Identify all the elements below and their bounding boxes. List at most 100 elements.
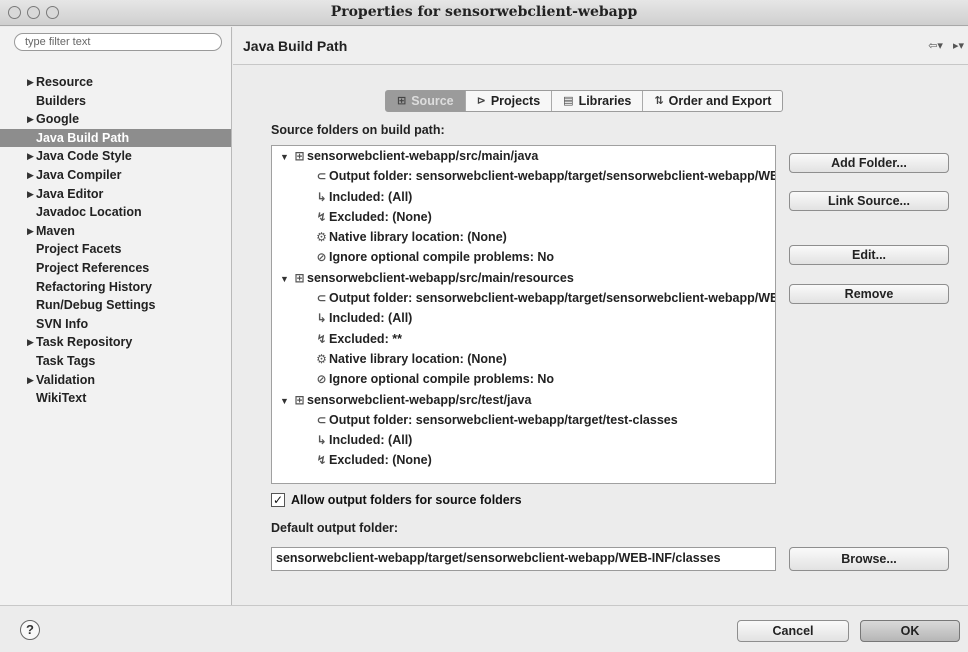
help-icon[interactable]: ? (20, 620, 40, 640)
expand-arrow-icon[interactable]: ▶ (27, 166, 34, 185)
sidebar-item-project-facets[interactable]: Project Facets (0, 240, 231, 259)
add-folder-button[interactable]: Add Folder... (789, 153, 949, 173)
remove-button[interactable]: Remove (789, 284, 949, 304)
sidebar-item-svn-info[interactable]: SVN Info (0, 315, 231, 334)
tree-row-label: Output folder: sensorwebclient-webapp/ta… (329, 412, 678, 427)
sidebar-item-label: Java Compiler (36, 167, 122, 182)
source-attribute-row[interactable]: ↯ Excluded: (None) (272, 207, 775, 227)
source-attribute-row[interactable]: ↯ Excluded: ** (272, 329, 775, 349)
tab-order-and-export[interactable]: ⇅ Order and Export (643, 91, 782, 111)
source-folder-row[interactable]: ▼ ⊞ sensorwebclient-webapp/src/test/java (272, 390, 775, 410)
output-folder-icon: ⊂ (316, 291, 327, 306)
tab-libraries[interactable]: ▤ Libraries (552, 91, 644, 111)
page-title: Java Build Path (243, 38, 348, 54)
allow-output-folders-option[interactable]: ✓ Allow output folders for source folder… (271, 493, 522, 507)
tree-row-label: Ignore optional compile problems: No (329, 250, 555, 265)
tab-label: Order and Export (668, 94, 772, 108)
tab-source[interactable]: ⊞ Source (386, 91, 466, 111)
tree-row-label: Included: (All) (329, 433, 413, 448)
expand-arrow-icon[interactable]: ▶ (27, 110, 34, 129)
filter-input[interactable]: type filter text (14, 33, 222, 51)
expand-arrow-icon[interactable]: ▶ (27, 222, 34, 241)
sidebar-item-maven[interactable]: ▶ Maven (0, 222, 231, 241)
expand-arrow-icon[interactable]: ▶ (27, 371, 34, 390)
output-folder-icon: ⊂ (316, 412, 327, 427)
sidebar-item-label: SVN Info (36, 316, 89, 331)
expand-toggle-icon[interactable]: ▼ (280, 269, 292, 289)
expand-arrow-icon[interactable]: ▶ (27, 147, 34, 166)
sidebar-item-label: Java Build Path (36, 130, 130, 145)
sidebar-item-label: Java Code Style (36, 149, 132, 164)
sidebar-item-javadoc-location[interactable]: Javadoc Location (0, 203, 231, 222)
source-attribute-row[interactable]: ⊘ Ignore optional compile problems: No (272, 247, 775, 267)
sidebar-item-java-compiler[interactable]: ▶ Java Compiler (0, 166, 231, 185)
source-attribute-row[interactable]: ⚙ Native library location: (None) (272, 349, 775, 369)
history-nav: ⇦▾ ▸▾ (928, 39, 964, 52)
order-icon: ⇅ (654, 95, 664, 107)
source-attribute-row[interactable]: ⚙ Native library location: (None) (272, 227, 775, 247)
edit-button[interactable]: Edit... (789, 245, 949, 265)
default-output-field[interactable]: sensorwebclient-webapp/target/sensorwebc… (271, 547, 776, 571)
sidebar-item-task-tags[interactable]: Task Tags (0, 352, 231, 371)
tree-row-label: Output folder: sensorwebclient-webapp/ta… (329, 291, 776, 306)
category-tree: ▶ Resource Builders ▶ Google Java Build Path ▶… (0, 73, 231, 408)
source-attribute-row[interactable]: ↳ Included: (All) (272, 187, 775, 207)
source-attribute-row[interactable]: ↳ Included: (All) (272, 308, 775, 328)
sidebar-item-wikitext[interactable]: WikiText (0, 389, 231, 408)
sidebar-item-run-debug-settings[interactable]: Run/Debug Settings (0, 296, 231, 315)
source-folder-icon: ⊞ (397, 95, 407, 107)
source-folder-tree[interactable]: ▼ ⊞ sensorwebclient-webapp/src/main/java ⊂ O… (271, 145, 776, 484)
sidebar-item-label: Project Facets (36, 242, 122, 257)
source-attribute-row[interactable]: ⊂ Output folder: sensorwebclient-webapp/t… (272, 288, 775, 308)
forward-arrow-icon[interactable]: ▸▾ (953, 39, 964, 52)
source-attribute-row[interactable]: ⊂ Output folder: sensorwebclient-webapp/t… (272, 410, 775, 430)
source-folder-row[interactable]: ▼ ⊞ sensorwebclient-webapp/src/main/java (272, 146, 775, 166)
sidebar-item-google[interactable]: ▶ Google (0, 110, 231, 129)
ok-button[interactable]: OK (860, 620, 960, 642)
source-folder-row[interactable]: ▼ ⊞ sensorwebclient-webapp/src/main/resour… (272, 268, 775, 288)
allow-output-checkbox[interactable]: ✓ (271, 493, 285, 507)
source-folder-icon: ⊞ (294, 270, 305, 285)
expand-toggle-icon[interactable]: ▼ (280, 147, 292, 167)
expand-arrow-icon[interactable]: ▶ (27, 73, 34, 92)
sidebar-item-java-code-style[interactable]: ▶ Java Code Style (0, 147, 231, 166)
sidebar-item-project-references[interactable]: Project References (0, 259, 231, 278)
sidebar-item-java-editor[interactable]: ▶ Java Editor (0, 185, 231, 204)
ignore-problems-icon: ⊘ (316, 372, 327, 387)
source-attribute-row[interactable]: ⊂ Output folder: sensorwebclient-webapp/t… (272, 166, 775, 186)
ignore-problems-icon: ⊘ (316, 250, 327, 265)
tab-projects[interactable]: ⊳ Projects (466, 91, 553, 111)
sidebar-item-refactoring-history[interactable]: Refactoring History (0, 278, 231, 297)
page-pane: Java Build Path ⇦▾ ▸▾ ⊞ Source ⊳ Projects ▤ L… (233, 27, 968, 605)
tree-row-label: sensorwebclient-webapp/src/main/java (307, 149, 539, 163)
title-bar[interactable]: Properties for sensorwebclient-webapp (0, 0, 968, 26)
tree-row-label: Excluded: (None) (329, 209, 432, 224)
source-attribute-row[interactable]: ↳ Included: (All) (272, 430, 775, 450)
expand-arrow-icon[interactable]: ▶ (27, 333, 34, 352)
source-attribute-row[interactable]: ⊘ Ignore optional compile problems: No (272, 369, 775, 389)
cancel-button[interactable]: Cancel (737, 620, 849, 642)
tree-row-label: Included: (All) (329, 189, 413, 204)
expand-arrow-icon[interactable]: ▶ (27, 185, 34, 204)
sidebar-item-label: Project References (36, 260, 150, 275)
included-icon: ↳ (316, 189, 327, 204)
sidebar-item-builders[interactable]: Builders (0, 92, 231, 111)
link-source-button[interactable]: Link Source... (789, 191, 949, 211)
sidebar-item-label: Java Editor (36, 186, 104, 201)
tree-row-label: Output folder: sensorwebclient-webapp/ta… (329, 169, 776, 184)
tree-row-label: Excluded: (None) (329, 453, 432, 468)
sidebar-item-validation[interactable]: ▶ Validation (0, 371, 231, 390)
tree-row-label: Native library location: (None) (329, 230, 507, 245)
expand-toggle-icon[interactable]: ▼ (280, 391, 292, 411)
sidebar-item-label: Validation (36, 372, 96, 387)
sidebar-item-label: WikiText (36, 391, 87, 406)
browse-button[interactable]: Browse... (789, 547, 949, 571)
sidebar-item-java-build-path[interactable]: Java Build Path (0, 128, 231, 148)
native-library-icon: ⚙ (316, 351, 327, 366)
back-arrow-icon[interactable]: ⇦▾ (928, 39, 943, 52)
source-attribute-row[interactable]: ↯ Excluded: (None) (272, 450, 775, 470)
sidebar-item-resource[interactable]: ▶ Resource (0, 73, 231, 92)
sidebar-item-task-repository[interactable]: ▶ Task Repository (0, 333, 231, 352)
properties-window: Properties for sensorwebclient-webapp ty… (0, 0, 968, 652)
category-pane: type filter text ▶ Resource Builders ▶ Googl… (0, 27, 232, 605)
